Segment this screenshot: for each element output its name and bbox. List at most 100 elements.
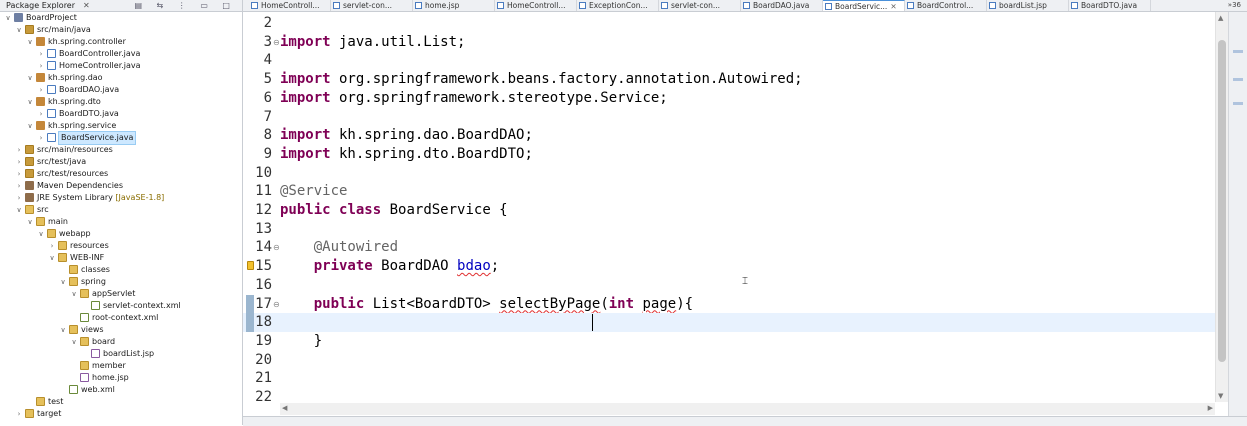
fold-toggle-icon[interactable]: ⊖ (273, 244, 280, 252)
tree-item[interactable]: member (0, 360, 242, 372)
collapse-arrow-icon[interactable]: › (15, 144, 23, 156)
tree-item[interactable]: › BoardService.java (0, 131, 242, 145)
tree-item[interactable]: › target (0, 408, 242, 420)
vertical-scrollbar[interactable]: ▲ ▼ (1215, 12, 1228, 402)
expand-arrow-icon[interactable]: ∨ (59, 324, 67, 336)
code-line[interactable]: 20 (243, 351, 1215, 370)
close-icon[interactable]: ✕ (83, 0, 90, 11)
code-line[interactable]: 2 (243, 14, 1215, 33)
expand-arrow-icon[interactable]: ∨ (37, 228, 45, 240)
tree-item[interactable]: ∨ webapp (0, 228, 242, 240)
code-line[interactable]: 21 (243, 369, 1215, 388)
editor-tab[interactable]: BoardControl... (905, 0, 987, 11)
tree-item[interactable]: › BoardDAO.java (0, 84, 242, 96)
scroll-left-arrow-icon[interactable]: ◀ (282, 404, 287, 412)
tree-item[interactable]: ∨ board (0, 336, 242, 348)
code-line[interactable]: 17 ⊖ public List<BoardDTO> selectByPage(i… (243, 295, 1215, 314)
tree-item[interactable]: › HomeController.java (0, 60, 242, 72)
tree-item[interactable]: root-context.xml (0, 312, 242, 324)
ruler-annotation-mark[interactable] (1233, 50, 1243, 53)
warning-marker-icon[interactable] (247, 261, 254, 271)
tree-item[interactable]: › src/test/resources (0, 168, 242, 180)
expand-arrow-icon[interactable]: ∨ (70, 288, 78, 300)
editor-tab[interactable]: servlet-con... (659, 0, 741, 11)
code-line[interactable]: 5 import org.springframework.beans.factor… (243, 70, 1215, 89)
code-line[interactable]: 6 import org.springframework.stereotype.S… (243, 89, 1215, 108)
expand-arrow-icon[interactable]: ∨ (15, 204, 23, 216)
collapse-arrow-icon[interactable]: › (48, 240, 56, 252)
tree-item[interactable]: ∨ WEB-INF (0, 252, 242, 264)
editor-tab[interactable]: home.jsp (413, 0, 495, 11)
tab-close-icon[interactable]: ✕ (890, 2, 896, 11)
tree-item[interactable]: › BoardDTO.java (0, 108, 242, 120)
code-line[interactable]: 13 (243, 220, 1215, 239)
expand-arrow-icon[interactable]: ∨ (4, 12, 12, 24)
expand-arrow-icon[interactable]: ∨ (26, 120, 34, 132)
tree-item[interactable]: ∨ kh.spring.dao (0, 72, 242, 84)
collapse-arrow-icon[interactable]: › (37, 108, 45, 120)
code-line[interactable]: 3 ⊖ import java.util.List; (243, 33, 1215, 52)
tree-item[interactable]: web.xml (0, 384, 242, 396)
code-line[interactable]: 9 import kh.spring.dto.BoardDTO; (243, 145, 1215, 164)
tree-item[interactable]: boardList.jsp (0, 348, 242, 360)
editor-tab[interactable]: BoardDTO.java (1069, 0, 1151, 11)
editor-tab[interactable]: BoardDAO.java (741, 0, 823, 11)
code-line[interactable]: 10 (243, 164, 1215, 183)
tree-item[interactable]: servlet-context.xml (0, 300, 242, 312)
scroll-right-arrow-icon[interactable]: ▶ (1208, 404, 1213, 412)
expand-arrow-icon[interactable]: ∨ (15, 24, 23, 36)
tree-item[interactable]: ∨ kh.spring.dto (0, 96, 242, 108)
tree-item[interactable]: › Maven Dependencies (0, 180, 242, 192)
horizontal-scrollbar[interactable]: ◀ ▶ (280, 403, 1215, 415)
tree-item[interactable]: test (0, 396, 242, 408)
code-line[interactable]: 7 (243, 108, 1215, 127)
expand-arrow-icon[interactable]: ∨ (26, 72, 34, 84)
scroll-up-arrow-icon[interactable]: ▲ (1218, 14, 1223, 22)
tree-item[interactable]: ∨ kh.spring.service (0, 120, 242, 132)
expand-arrow-icon[interactable]: ∨ (26, 216, 34, 228)
code-line[interactable]: 18 (243, 313, 1215, 333)
tab-overflow-button[interactable]: »36 (1228, 0, 1241, 11)
overview-ruler[interactable] (1228, 12, 1247, 425)
code-line[interactable]: 16 (243, 276, 1215, 295)
view-toolbar-icons[interactable]: ▤ ⇆ ⋮ ▭ □ (134, 0, 236, 11)
tree-item[interactable]: › resources (0, 240, 242, 252)
collapse-arrow-icon[interactable]: › (37, 48, 45, 60)
tree-item[interactable]: ∨ BoardProject (0, 12, 242, 24)
code-area[interactable]: 2 3 ⊖ import java.util.List; 4 5 import org.sp… (243, 12, 1215, 402)
editor-tab[interactable]: HomeControll... (249, 0, 331, 11)
expand-arrow-icon[interactable]: ∨ (59, 276, 67, 288)
code-line[interactable]: 11 @Service (243, 182, 1215, 201)
tree-item[interactable]: classes (0, 264, 242, 276)
expand-arrow-icon[interactable]: ∨ (48, 252, 56, 264)
tree-item[interactable]: home.jsp (0, 372, 242, 384)
editor-tab[interactable]: BoardServic... ✕ (823, 0, 905, 11)
code-line[interactable]: 19 } (243, 332, 1215, 351)
expand-arrow-icon[interactable]: ∨ (70, 336, 78, 348)
fold-toggle-icon[interactable]: ⊖ (273, 38, 280, 47)
tree-item[interactable]: ∨ src/main/java (0, 24, 242, 36)
tree-item[interactable]: ∨ spring (0, 276, 242, 288)
collapse-arrow-icon[interactable]: › (15, 168, 23, 180)
ruler-annotation-mark[interactable] (1233, 102, 1243, 105)
expand-arrow-icon[interactable]: ∨ (26, 96, 34, 108)
fold-toggle-icon[interactable]: ⊖ (273, 300, 280, 309)
tree-item[interactable]: ∨ kh.spring.controller (0, 36, 242, 48)
code-line[interactable]: 8 import kh.spring.dao.BoardDAO; (243, 126, 1215, 145)
vertical-scroll-thumb[interactable] (1218, 40, 1226, 362)
code-line[interactable]: 22 (243, 388, 1215, 402)
tree-item[interactable]: › JRE System Library [JavaSE-1.8] (0, 192, 242, 204)
tree-item[interactable]: › src/main/resources (0, 144, 242, 156)
code-line[interactable]: 12 public class BoardService { (243, 201, 1215, 220)
scroll-down-arrow-icon[interactable]: ▼ (1218, 392, 1223, 400)
tree-item[interactable]: ∨ views (0, 324, 242, 336)
code-line[interactable]: 15 private BoardDAO bdao; (243, 257, 1215, 276)
code-line[interactable]: 14 ⊖ @Autowired (243, 238, 1215, 257)
collapse-arrow-icon[interactable]: › (15, 192, 23, 204)
tree-item[interactable]: ∨ src (0, 204, 242, 216)
collapse-arrow-icon[interactable]: › (37, 132, 45, 144)
editor-tab[interactable]: HomeControll... (495, 0, 577, 11)
editor-tab[interactable]: servlet-con... (331, 0, 413, 11)
collapse-arrow-icon[interactable]: › (15, 408, 23, 420)
package-explorer-title[interactable]: Package Explorer (6, 1, 75, 10)
